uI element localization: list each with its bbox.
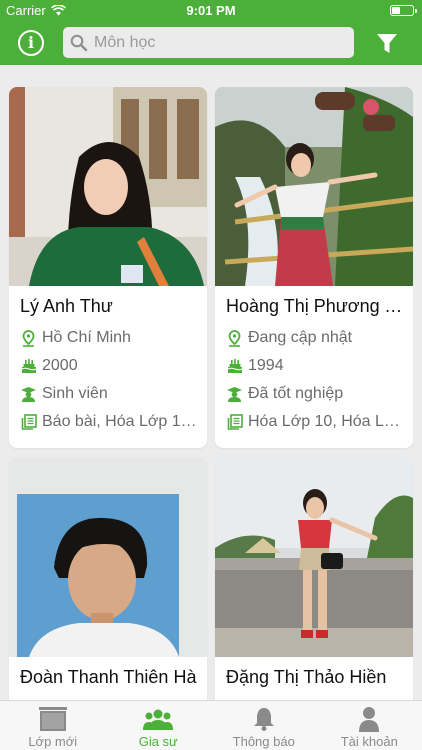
tutor-subjects: Hóa Lớp 10, Hóa Lớp 11 (248, 413, 406, 430)
tutor-name: Đoàn Thanh Thiên Hà (20, 667, 197, 687)
tutor-grid: Lý Anh Thư Hồ Chí Minh 2000 Sinh viên Bá… (0, 65, 422, 700)
birth-year-row: 2000 (20, 355, 200, 377)
tab-label: Tài khoản (340, 734, 398, 749)
education-row: Đã tốt nghiệp (226, 383, 406, 405)
tutor-status: Đã tốt nghiệp (248, 385, 344, 402)
tutor-card[interactable]: Đặng Thị Thảo Hiền (215, 458, 413, 700)
graduate-icon (20, 386, 37, 403)
education-row: Sinh viên (20, 383, 200, 405)
location-row: Đang cập nhật (226, 327, 406, 349)
tutor-birth-year: 2000 (42, 357, 78, 374)
subjects-row: Hóa Lớp 10, Hóa Lớp 11 (226, 411, 406, 433)
book-icon (226, 414, 243, 431)
location-row: Hồ Chí Minh (20, 327, 200, 349)
tab-label: Lớp mới (28, 734, 78, 749)
tutor-name: Hoàng Thị Phương Thảo (226, 296, 406, 316)
graduate-icon (226, 386, 243, 403)
person-icon (354, 705, 384, 733)
tutor-photo (215, 87, 413, 286)
tutor-photo (9, 458, 207, 657)
tutor-name: Đặng Thị Thảo Hiền (226, 667, 387, 687)
tutor-subjects: Báo bài, Hóa Lớp 10, Hóa Lớp 11 (42, 413, 200, 430)
filter-icon[interactable] (376, 33, 398, 54)
tutor-birth-year: 1994 (248, 357, 284, 374)
tab-new-classes[interactable]: Lớp mới (0, 701, 106, 750)
birthday-cake-icon (20, 358, 37, 375)
tutor-card[interactable]: Hoàng Thị Phương Thảo Đang cập nhật 1994… (215, 87, 413, 448)
battery-icon (390, 5, 417, 16)
subjects-row: Báo bài, Hóa Lớp 10, Hóa Lớp 11 (20, 411, 200, 433)
info-button[interactable]: i (18, 30, 44, 56)
tutor-name: Lý Anh Thư (20, 296, 113, 316)
tab-label: Gia sư (138, 734, 178, 749)
tutor-location: Hồ Chí Minh (42, 329, 131, 346)
tab-account[interactable]: Tài khoản (317, 701, 422, 750)
tab-label: Thông báo (232, 734, 295, 749)
tutors-icon (143, 705, 174, 733)
book-icon (20, 414, 37, 431)
bell-icon (249, 705, 279, 733)
tab-bar: Lớp mới Gia sư Thông báo Tài khoản (0, 700, 422, 750)
clock: 9:01 PM (186, 3, 236, 18)
tab-tutors[interactable]: Gia sư (106, 701, 212, 750)
location-pin-icon (226, 329, 243, 347)
top-bar: i (0, 20, 422, 65)
search-icon (70, 34, 88, 52)
search-bar[interactable] (63, 27, 354, 58)
tab-notifications[interactable]: Thông báo (211, 701, 317, 750)
birthday-cake-icon (226, 358, 243, 375)
search-input[interactable] (94, 31, 344, 54)
birth-year-row: 1994 (226, 355, 406, 377)
tutor-card[interactable]: Đoàn Thanh Thiên Hà (9, 458, 207, 700)
class-icon (38, 705, 68, 733)
tutor-location: Đang cập nhật (248, 329, 353, 346)
status-bar: Carrier 9:01 PM (0, 0, 422, 20)
location-pin-icon (20, 329, 37, 347)
tutor-photo (9, 87, 207, 286)
tutor-photo (215, 458, 413, 657)
tutor-card[interactable]: Lý Anh Thư Hồ Chí Minh 2000 Sinh viên Bá… (9, 87, 207, 448)
tutor-status: Sinh viên (42, 385, 108, 402)
